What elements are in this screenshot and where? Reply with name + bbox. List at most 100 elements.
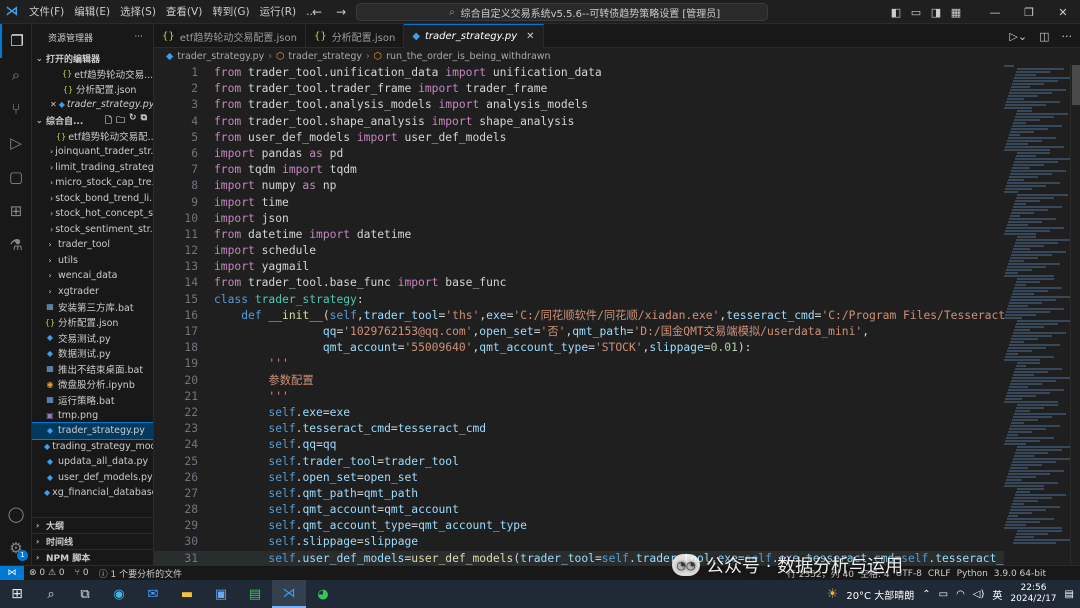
- customize-layout-icon[interactable]: ▦: [946, 6, 966, 19]
- open-editor-item[interactable]: ✕ ◆ trader_strategy.py: [32, 97, 153, 113]
- minimize-icon[interactable]: —: [978, 6, 1012, 19]
- wifi-icon[interactable]: ◠: [956, 589, 965, 600]
- file-item[interactable]: {} etf趋势轮动交易配...: [32, 129, 153, 145]
- file-item[interactable]: ▦ 安装第三方库.bat: [32, 299, 153, 315]
- close-icon[interactable]: ✕: [50, 100, 57, 109]
- file-item[interactable]: ▦ 运行策略.bat: [32, 392, 153, 408]
- account-icon[interactable]: ◯: [0, 497, 32, 531]
- file-item[interactable]: ◆ 交易测试.py: [32, 330, 153, 346]
- workspace-section[interactable]: ⌄ 综合自... 🗋 🗀 ↻ ⧉: [32, 113, 153, 129]
- folder-item[interactable]: › limit_trading_strategy: [32, 160, 153, 176]
- file-item[interactable]: ◆ updata_all_data.py: [32, 454, 153, 470]
- remote-explorer-icon[interactable]: ▢: [0, 160, 32, 194]
- more-actions-icon[interactable]: ···: [1062, 30, 1073, 43]
- toggle-primary-sidebar-icon[interactable]: ◧: [886, 6, 906, 19]
- menu-item[interactable]: 文件(F): [24, 0, 69, 24]
- breadcrumb-item[interactable]: trader_strategy.py: [177, 51, 264, 62]
- testing-icon[interactable]: ⚗: [0, 228, 32, 262]
- collapse-all-icon[interactable]: ⧉: [141, 113, 147, 129]
- toggle-secondary-sidebar-icon[interactable]: ◨: [926, 6, 946, 19]
- tray-chevron-up-icon[interactable]: ⌃: [922, 589, 930, 600]
- file-item[interactable]: ▣ tmp.png: [32, 408, 153, 424]
- editor-vertical-scrollbar[interactable]: [1070, 65, 1080, 565]
- problems-count[interactable]: ⊗ 0 ⚠ 0: [24, 568, 70, 578]
- file-item[interactable]: ◉ 微盘股分析.ipynb: [32, 377, 153, 393]
- code-editor[interactable]: 1 from trader_tool.unification_data impor…: [154, 65, 1004, 565]
- run-debug-icon[interactable]: ▷: [0, 126, 32, 160]
- command-center-search[interactable]: ⌕ 综合自定义交易系统v5.5.6--可转债趋势策略设置 [管理员]: [356, 3, 768, 21]
- menu-item[interactable]: 运行(R): [255, 0, 302, 24]
- taskbar-search-icon[interactable]: ⌕: [34, 580, 68, 608]
- end-of-line[interactable]: CRLF: [928, 569, 951, 579]
- scrollbar-thumb[interactable]: [1072, 65, 1080, 105]
- folder-item[interactable]: › xgtrader: [32, 284, 153, 300]
- extensions-icon[interactable]: ⊞: [0, 194, 32, 228]
- language-mode[interactable]: Python: [957, 569, 988, 579]
- terminal-icon[interactable]: ▤: [238, 580, 272, 608]
- open-editor-item[interactable]: {} 分析配置.json: [32, 82, 153, 98]
- explorer-icon[interactable]: ❐: [0, 24, 32, 58]
- menu-item[interactable]: 转到(G): [207, 0, 254, 24]
- store-icon[interactable]: ▣: [204, 580, 238, 608]
- file-item[interactable]: ◆xg_financial_database...: [32, 485, 153, 501]
- run-icon[interactable]: ▷⌄: [1009, 30, 1027, 43]
- folder-item[interactable]: › utils: [32, 253, 153, 269]
- wechat-icon[interactable]: ◕: [306, 580, 340, 608]
- clock[interactable]: 22:56 2024/2/17: [1010, 583, 1056, 605]
- close-icon[interactable]: ✕: [1046, 6, 1080, 19]
- file-item[interactable]: ◆ trader_strategy.py: [32, 422, 153, 440]
- mail-icon[interactable]: ✉: [136, 580, 170, 608]
- network-icon[interactable]: ▭: [939, 589, 948, 600]
- file-item[interactable]: ◆ 数据测试.py: [32, 346, 153, 362]
- analysis-status[interactable]: ⓘ 1 个要分析的文件: [94, 567, 187, 580]
- windows-start-icon[interactable]: ⊞: [0, 580, 34, 608]
- notifications-icon[interactable]: ▤: [1065, 589, 1074, 600]
- new-folder-icon[interactable]: 🗀: [116, 113, 125, 129]
- refresh-icon[interactable]: ↻: [129, 113, 137, 129]
- vscode-taskbar-icon[interactable]: ⋊: [272, 580, 306, 608]
- new-file-icon[interactable]: 🗋: [105, 113, 112, 129]
- edge-browser-icon[interactable]: ◉: [102, 580, 136, 608]
- open-editor-item[interactable]: {} etf趋势轮动交易...: [32, 66, 153, 82]
- file-item[interactable]: {} 分析配置.json: [32, 315, 153, 331]
- menu-item[interactable]: 查看(V): [161, 0, 207, 24]
- toggle-panel-icon[interactable]: ▭: [906, 6, 926, 19]
- interpreter-version[interactable]: 3.9.0 64-bit: [994, 569, 1046, 579]
- source-control-icon[interactable]: ⑂: [0, 92, 32, 126]
- remote-indicator-icon[interactable]: ⋈: [0, 565, 24, 581]
- folder-item[interactable]: › micro_stock_cap_tre...: [32, 175, 153, 191]
- forward-arrow-icon[interactable]: →: [336, 5, 346, 19]
- editor-tab[interactable]: {} etf趋势轮动交易配置.json: [154, 24, 306, 48]
- more-actions-icon[interactable]: ···: [134, 32, 143, 42]
- minimap[interactable]: [1004, 65, 1070, 565]
- folder-item[interactable]: › joinquant_trader_str...: [32, 144, 153, 160]
- breadcrumb-item[interactable]: run_the_order_is_being_withdrawn: [386, 51, 550, 62]
- ports-count[interactable]: ⑂ 0: [70, 568, 94, 578]
- close-icon[interactable]: ✕: [526, 31, 534, 42]
- editor-tab[interactable]: ◆ trader_strategy.py ✕: [404, 24, 544, 48]
- weather-icon[interactable]: ☀: [827, 587, 839, 602]
- volume-icon[interactable]: ◁): [973, 589, 985, 600]
- file-item[interactable]: ◆trading_strategy_mod...: [32, 439, 153, 455]
- sidebar-section-1[interactable]: › 时间线: [32, 533, 153, 549]
- sidebar-section-2[interactable]: › NPM 脚本: [32, 549, 153, 565]
- folder-item[interactable]: › stock_bond_trend_li...: [32, 191, 153, 207]
- folder-item[interactable]: › wencai_data: [32, 268, 153, 284]
- weather-text[interactable]: 20°C 大部晴朗: [846, 587, 914, 602]
- settings-gear-icon[interactable]: ⚙ 1: [0, 531, 32, 565]
- task-view-icon[interactable]: ⧉: [68, 580, 102, 608]
- back-arrow-icon[interactable]: ←: [312, 5, 322, 19]
- maximize-icon[interactable]: ❐: [1012, 6, 1046, 19]
- sidebar-section-0[interactable]: › 大纲: [32, 517, 153, 533]
- editor-tab[interactable]: {} 分析配置.json: [306, 24, 405, 48]
- folder-item[interactable]: › stock_hot_concept_s...: [32, 206, 153, 222]
- search-icon[interactable]: ⌕: [0, 58, 32, 92]
- menu-item[interactable]: 编辑(E): [69, 0, 115, 24]
- file-explorer-icon[interactable]: ▬: [170, 580, 204, 608]
- file-item[interactable]: ▦ 推出不结束桌面.bat: [32, 361, 153, 377]
- open-editors-section[interactable]: ⌄ 打开的编辑器: [32, 50, 153, 66]
- split-editor-icon[interactable]: ◫: [1039, 30, 1049, 43]
- ime-indicator[interactable]: 英: [992, 587, 1002, 602]
- menu-item[interactable]: 选择(S): [115, 0, 161, 24]
- file-item[interactable]: ◆ user_def_models.py: [32, 470, 153, 486]
